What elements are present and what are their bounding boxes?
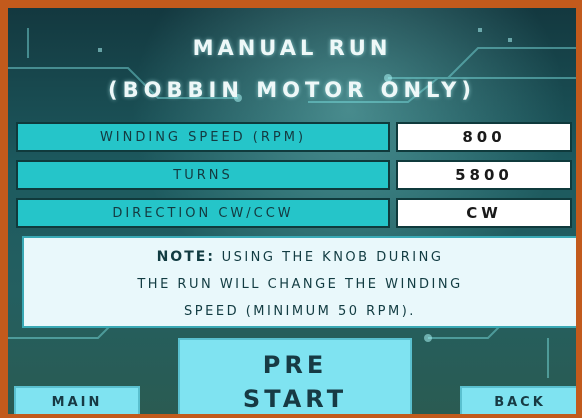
note-line-1-text: USING THE KNOB DURING: [214, 250, 444, 265]
note-box: NOTE: USING THE KNOB DURING THE RUN WILL…: [22, 236, 576, 328]
main-button[interactable]: MAIN: [14, 386, 140, 414]
turns-value[interactable]: 5800: [396, 160, 572, 190]
screen-title: MANUAL RUN: [192, 36, 392, 60]
winding-speed-value[interactable]: 800: [396, 122, 572, 152]
turns-label: TURNS: [16, 160, 390, 190]
note-prefix: NOTE:: [156, 249, 215, 265]
pre-start-button[interactable]: PRE START: [178, 338, 412, 414]
note-line-2: THE RUN WILL CHANGE THE WINDING: [137, 277, 463, 292]
pre-start-line-1: PRE: [262, 351, 328, 379]
direction-value[interactable]: CW: [396, 198, 572, 228]
direction-label: DIRECTION CW/CCW: [16, 198, 390, 228]
note-line-1: NOTE: USING THE KNOB DURING: [24, 244, 576, 271]
winding-speed-label: WINDING SPEED (RPM): [16, 122, 390, 152]
screen-subtitle: (BOBBIN MOTOR ONLY): [108, 78, 476, 102]
pre-start-line-2: START: [242, 385, 348, 413]
note-line-3: SPEED (MINIMUM 50 RPM).: [184, 304, 416, 319]
back-button[interactable]: BACK: [460, 386, 576, 414]
manual-run-screen: MANUAL RUN (BOBBIN MOTOR ONLY) WINDING S…: [8, 8, 576, 414]
